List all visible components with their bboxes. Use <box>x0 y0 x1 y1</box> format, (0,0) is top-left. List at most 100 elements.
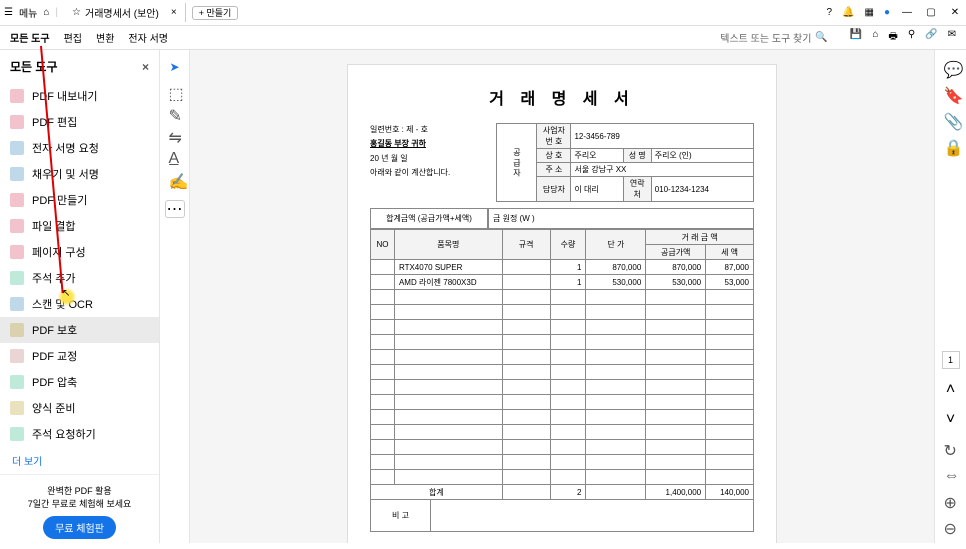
cloud-icon[interactable]: ⌂ <box>872 29 878 46</box>
mail-icon[interactable]: ✉ <box>948 29 956 46</box>
bookmark-panel-icon[interactable]: 🔖 <box>944 86 958 100</box>
doc-title: 거 래 명 세 서 <box>370 85 754 109</box>
new-tab-button[interactable]: + 만들기 <box>192 6 239 20</box>
sidebar-item-0[interactable]: PDF 내보내기 <box>0 83 159 109</box>
menu-item-convert[interactable]: 변환 <box>96 30 114 45</box>
underline-tool-icon[interactable]: ⇋ <box>169 128 181 140</box>
help-icon[interactable]: ? <box>826 7 832 18</box>
tool-icon <box>10 271 24 285</box>
fit-width-icon[interactable]: ⇔ <box>944 467 958 481</box>
sidebar-item-5[interactable]: 파일 결합 <box>0 213 159 239</box>
menu-item-sign[interactable]: 전자 서명 <box>128 30 168 45</box>
titlebar: ☰ 메뉴 ⌂ | ☆ 거래명세서 (보안) × + 만들기 ? 🔔 ▦ ● — … <box>0 0 966 26</box>
search-placeholder: 텍스트 또는 도구 찾기 <box>720 30 811 45</box>
print-icon[interactable]: 🖶 <box>888 29 897 46</box>
sidebar-item-11[interactable]: PDF 압축 <box>0 369 159 395</box>
sidebar-item-10[interactable]: PDF 교정 <box>0 343 159 369</box>
home-icon[interactable]: ⌂ <box>43 7 49 18</box>
scroll-down-icon[interactable]: ˅ <box>946 411 955 429</box>
table-total-row: 합계21,400,000140,000 <box>371 485 754 500</box>
select-tool-icon[interactable]: ⬚ <box>169 84 181 96</box>
attach-panel-icon[interactable]: 📎 <box>944 112 958 126</box>
table-row-empty <box>371 335 754 350</box>
tool-icon <box>10 427 24 441</box>
rotate-icon[interactable]: ↻ <box>944 441 958 455</box>
trial-button[interactable]: 무료 체험판 <box>43 516 116 539</box>
menu-item-edit[interactable]: 편집 <box>64 30 82 45</box>
minimize-icon[interactable]: — <box>900 7 914 18</box>
highlight-tool-icon[interactable]: ✎ <box>169 106 181 118</box>
tool-icon <box>10 245 24 259</box>
sidebar-item-9[interactable]: PDF 보호 <box>0 317 159 343</box>
draw-tool-icon[interactable]: ✍ <box>169 172 181 184</box>
document-tab[interactable]: ☆ 거래명세서 (보안) × <box>64 3 186 22</box>
close-window-icon[interactable]: ✕ <box>948 7 962 18</box>
sidebar: 모든 도구 × PDF 내보내기PDF 편집전자 서명 요청채우기 및 서명PD… <box>0 50 160 543</box>
tool-icon <box>10 219 24 233</box>
tool-icon <box>10 89 24 103</box>
table-row-empty <box>371 440 754 455</box>
table-row-empty <box>371 455 754 470</box>
scroll-up-icon[interactable]: ˄ <box>946 381 955 399</box>
sidebar-item-6[interactable]: 페이지 구성 <box>0 239 159 265</box>
sidebar-more[interactable]: 더 보기 <box>0 447 159 474</box>
tool-icon <box>10 297 24 311</box>
tool-icon <box>10 141 24 155</box>
table-row-empty <box>371 395 754 410</box>
sidebar-item-13[interactable]: 주석 요청하기 <box>0 421 159 447</box>
close-tab-icon[interactable]: × <box>171 7 177 18</box>
tool-icon <box>10 193 24 207</box>
document-canvas[interactable]: 거 래 명 세 서 일련번호 : 제 - 호 홍길동 부장 귀하 20 년 월 … <box>190 50 934 543</box>
more-tools-icon[interactable]: ⋯ <box>165 200 185 218</box>
table-row-empty <box>371 470 754 485</box>
sidebar-item-8[interactable]: 스캔 및 OCR <box>0 291 159 317</box>
apps-icon[interactable]: ▦ <box>865 7 874 18</box>
menu-label[interactable]: 메뉴 <box>19 5 37 20</box>
text-tool-icon[interactable]: A̲ <box>169 150 181 162</box>
document-page: 거 래 명 세 서 일련번호 : 제 - 호 홍길동 부장 귀하 20 년 월 … <box>347 64 777 543</box>
account-icon[interactable]: ● <box>884 7 890 18</box>
page-indicator[interactable]: 1 <box>942 351 960 369</box>
table-row: RTX4070 SUPER1870,000870,00087,000 <box>371 260 754 275</box>
maximize-icon[interactable]: ▢ <box>924 7 938 18</box>
pointer-tool-icon[interactable]: ➤ <box>169 60 179 74</box>
close-sidebar-icon[interactable]: × <box>142 60 149 74</box>
supplier-table: 공 급 자 사업자 번 호12-3456-789 상 호주리오성 명주리오 (인… <box>496 123 754 202</box>
remark-row: 비 고 <box>370 500 754 532</box>
sidebar-item-2[interactable]: 전자 서명 요청 <box>0 135 159 161</box>
sidebar-item-3[interactable]: 채우기 및 서명 <box>0 161 159 187</box>
save-icon[interactable]: 💾 <box>850 29 862 46</box>
sidebar-items: PDF 내보내기PDF 편집전자 서명 요청채우기 및 서명PDF 만들기파일 … <box>0 83 159 447</box>
lock-panel-icon[interactable]: 🔒 <box>944 138 958 152</box>
table-row-empty <box>371 410 754 425</box>
sidebar-footer: 완벽한 PDF 활용 7일간 무료로 체험해 보세요 무료 체험판 <box>0 474 159 549</box>
sidebar-title: 모든 도구 <box>10 58 58 75</box>
hamburger-icon[interactable]: ☰ <box>4 7 13 18</box>
menu-item-alltools[interactable]: 모든 도구 <box>10 30 50 45</box>
table-row-empty <box>371 380 754 395</box>
table-row-empty <box>371 425 754 440</box>
table-row-empty <box>371 305 754 320</box>
bell-icon[interactable]: 🔔 <box>842 7 854 18</box>
zoom-in-icon[interactable]: ⊕ <box>944 493 958 507</box>
table-row: AMD 라이젠 7800X3D1530,000530,00053,000 <box>371 275 754 290</box>
items-table: NO 품목명 규격 수량 단 가 거 래 금 액 공급가액세 액 RTX4070… <box>370 229 754 500</box>
search-box[interactable]: 텍스트 또는 도구 찾기 🔍 <box>720 30 828 45</box>
zoom-out-icon[interactable]: ⊖ <box>944 519 958 533</box>
tool-icon <box>10 167 24 181</box>
link-icon[interactable]: 🔗 <box>925 29 937 46</box>
sidebar-item-4[interactable]: PDF 만들기 <box>0 187 159 213</box>
table-row-empty <box>371 290 754 305</box>
tool-icon <box>10 349 24 363</box>
vertical-toolstrip: ➤ ⬚ ✎ ⇋ A̲ ✍ ⋯ <box>160 50 190 543</box>
share-icon[interactable]: ⚲ <box>908 29 915 46</box>
menubar: 모든 도구 편집 변환 전자 서명 텍스트 또는 도구 찾기 🔍 💾 ⌂ 🖶 ⚲… <box>0 26 966 50</box>
search-icon: 🔍 <box>815 32 827 43</box>
table-row-empty <box>371 350 754 365</box>
comment-panel-icon[interactable]: 💬 <box>944 60 958 74</box>
star-icon: ☆ <box>72 7 81 18</box>
sidebar-item-1[interactable]: PDF 편집 <box>0 109 159 135</box>
tool-icon <box>10 323 24 337</box>
sidebar-item-7[interactable]: 주석 추가 <box>0 265 159 291</box>
sidebar-item-12[interactable]: 양식 준비 <box>0 395 159 421</box>
